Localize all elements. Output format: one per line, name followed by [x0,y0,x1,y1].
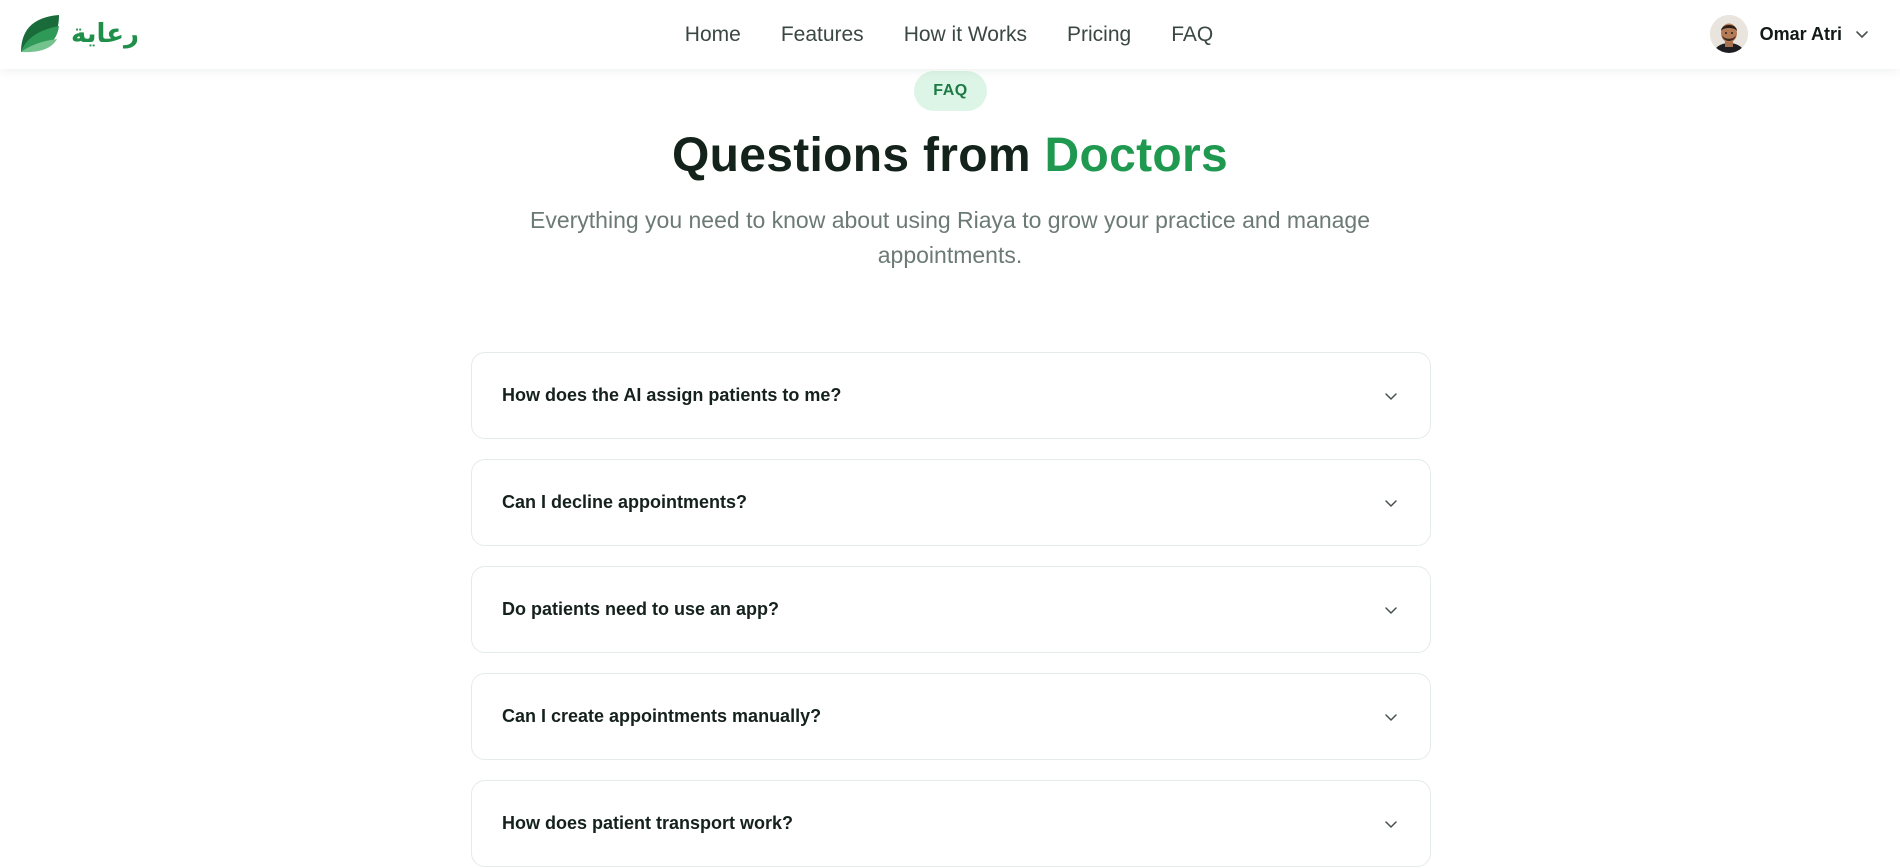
nav-link-how-it-works[interactable]: How it Works [904,23,1027,47]
main-nav: Home Features How it Works Pricing FAQ [0,0,1900,69]
top-navbar: رعاية Home Features How it Works Pricing… [0,0,1900,69]
user-menu[interactable]: Omar Atri [1709,14,1870,54]
title-main: Questions from [671,129,1045,182]
faq-question: How does patient transport work? [502,813,794,833]
chevron-down-icon [1385,606,1397,614]
section-title: Questions from Doctors [0,128,1900,183]
nav-link-faq[interactable]: FAQ [1171,23,1213,47]
nav-link-features[interactable]: Features [781,23,864,47]
faq-question: Do patients need to use an app? [502,599,780,619]
user-name: Omar Atri [1759,23,1842,44]
faq-item-transport[interactable]: How does patient transport work? [471,780,1431,867]
chevron-down-icon [1385,713,1397,721]
brand-logo-link[interactable]: رعاية [19,14,139,54]
faq-question: How does the AI assign patients to me? [502,385,842,405]
chevron-down-icon [1385,392,1397,400]
faq-item-ai-assign[interactable]: How does the AI assign patients to me? [471,352,1431,439]
chevron-down-icon [1856,31,1868,38]
brand-name: رعاية [71,19,140,49]
section-subtitle: Everything you need to know about using … [529,207,1370,268]
section-badge: FAQ [914,71,987,111]
faq-item-decline[interactable]: Can I decline appointments? [471,459,1431,546]
leaf-logo-icon [21,15,59,53]
avatar [1709,15,1748,53]
faq-question: Can I create appointments manually? [502,706,822,726]
faq-list: How does the AI assign patients to me? C… [471,352,1431,868]
chevron-down-icon [1385,499,1397,507]
faq-question: Can I decline appointments? [502,492,748,512]
nav-link-pricing[interactable]: Pricing [1067,23,1131,47]
faq-item-patient-app[interactable]: Do patients need to use an app? [471,566,1431,653]
title-accent: Doctors [1044,129,1228,182]
nav-link-home[interactable]: Home [685,23,741,47]
faq-item-manual-appointments[interactable]: Can I create appointments manually? [471,673,1431,760]
chevron-down-icon [1385,820,1397,828]
